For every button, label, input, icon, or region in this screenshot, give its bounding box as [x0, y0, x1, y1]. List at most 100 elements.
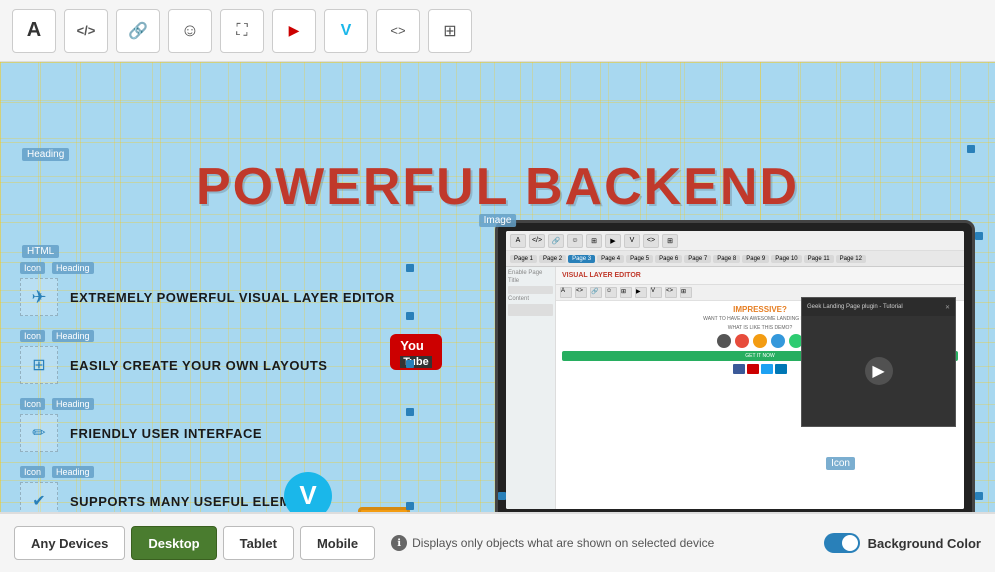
screen-tb-btn-1[interactable]: A — [510, 234, 526, 248]
resize-handle-heading[interactable] — [967, 145, 975, 153]
embed-tool-button[interactable]: <> — [376, 9, 420, 53]
screen-tab-11[interactable]: Page 11 — [804, 255, 834, 263]
screen-tab-12[interactable]: Page 12 — [836, 255, 866, 263]
screen-toolbar: A </> 🔗 ☺ ⊞ ▶ V <> ⊞ — [506, 231, 964, 251]
screen-sub-btn-9[interactable]: ⊞ — [680, 287, 692, 298]
screen-tab-1[interactable]: Page 1 — [510, 255, 537, 263]
screen-sub-btn-4[interactable]: ☺ — [605, 287, 617, 298]
info-text-area: ℹ Displays only objects what are shown o… — [391, 535, 817, 551]
mobile-button[interactable]: Mobile — [300, 526, 375, 560]
screen-tab-6[interactable]: Page 6 — [655, 255, 682, 263]
youtube-tool-button[interactable]: ▶ — [272, 9, 316, 53]
screen-tabs: Page 1 Page 2 Page 3 Page 4 Page 5 Page … — [506, 251, 964, 267]
image-block-label: Image — [479, 214, 517, 227]
canvas-area: Heading POWERFUL BACKEND Image HTML Icon… — [0, 62, 995, 512]
heading-label-3: Heading — [52, 398, 94, 410]
screen-sub-btn-5[interactable]: ⊞ — [620, 287, 632, 298]
info-icon: ℹ — [391, 535, 407, 551]
desktop-button[interactable]: Desktop — [131, 526, 216, 560]
resize-handle-features-5[interactable] — [406, 502, 414, 510]
screen-tab-9[interactable]: Page 9 — [742, 255, 769, 263]
screen-tab-8[interactable]: Page 8 — [713, 255, 740, 263]
screen-tb-btn-6[interactable]: ▶ — [605, 234, 621, 248]
landing-icon-1 — [717, 334, 731, 348]
screen-heading-banner: VISUAL LAYER EDITOR — [556, 267, 964, 285]
feature-icon-1: ✈ — [20, 278, 58, 316]
resize-handle-features-3[interactable] — [406, 360, 414, 368]
linkedin-btn[interactable] — [775, 364, 787, 374]
play-button[interactable]: ▶ — [865, 357, 893, 385]
html-block-label: HTML — [22, 245, 59, 258]
info-message: Displays only objects what are shown on … — [412, 536, 714, 550]
screen-tab-7[interactable]: Page 7 — [684, 255, 711, 263]
screen-sub-btn-7[interactable]: V — [650, 287, 662, 298]
laptop-screen-outer: A </> 🔗 ☺ ⊞ ▶ V <> ⊞ Page 1 Page 2 Page … — [495, 220, 975, 512]
emoji-tool-button[interactable]: ☺ — [168, 9, 212, 53]
feature-item-2: ⊞ EASILY CREATE YOUR OWN LAYOUTS — [20, 346, 400, 384]
screen-tb-btn-2[interactable]: </> — [529, 234, 545, 248]
icon-label-1: Icon — [20, 262, 45, 274]
bottom-bar: Any Devices Desktop Tablet Mobile ℹ Disp… — [0, 512, 995, 572]
screen-tab-3[interactable]: Page 3 — [568, 255, 595, 263]
bg-color-toggle-switch[interactable] — [824, 533, 860, 553]
code-tool-button[interactable]: </> — [64, 9, 108, 53]
screen-tb-btn-8[interactable]: <> — [643, 234, 659, 248]
screen-heading-text: VISUAL LAYER EDITOR — [562, 272, 641, 279]
main-heading: POWERFUL BACKEND — [0, 157, 995, 217]
icon-label-3: Icon — [20, 398, 45, 410]
resize-handle-canvas-mr[interactable] — [975, 232, 983, 240]
link-tool-button[interactable]: 🔗 — [116, 9, 160, 53]
tablet-button[interactable]: Tablet — [223, 526, 294, 560]
widget-tool-button[interactable]: ⊞ — [428, 9, 472, 53]
video-body: ▶ — [802, 316, 955, 426]
video-header: Geek Landing Page plugin - Tutorial ✕ — [802, 298, 955, 316]
bg-color-label: Background Color — [868, 536, 981, 551]
image-tool-button[interactable]: ⛶ — [220, 9, 264, 53]
screen-tb-btn-9[interactable]: ⊞ — [662, 234, 678, 248]
toggle-knob — [842, 535, 858, 551]
landing-icon-2 — [735, 334, 749, 348]
svg-text:V: V — [299, 480, 317, 510]
screen-tb-btn-7[interactable]: V — [624, 234, 640, 248]
youtube-you-text: You — [400, 338, 424, 353]
screen-sub-btn-6[interactable]: ▶ — [635, 287, 647, 298]
screen-sidebar: Enable Page Title Content — [506, 267, 556, 509]
screen-content: Enable Page Title Content VISUAL LAYER E… — [506, 267, 964, 509]
text-tool-button[interactable]: A — [12, 9, 56, 53]
twitter-btn[interactable] — [761, 364, 773, 374]
resize-handle-features-4[interactable] — [406, 408, 414, 416]
main-toolbar: A </> 🔗 ☺ ⛶ ▶ V <> ⊞ — [0, 0, 995, 62]
heading-block-label: Heading — [22, 148, 69, 161]
any-devices-button[interactable]: Any Devices — [14, 526, 125, 560]
feature-icon-3: ✏ — [20, 414, 58, 452]
vimeo-tool-button[interactable]: V — [324, 9, 368, 53]
screen-sub-btn-1[interactable]: A — [560, 287, 572, 298]
facebook-btn[interactable] — [733, 364, 745, 374]
screen-tb-btn-5[interactable]: ⊞ — [586, 234, 602, 248]
icon-label-2: Icon — [20, 330, 45, 342]
youtube-btn[interactable] — [747, 364, 759, 374]
feature-item-4: ✔ SUPPORTS MANY USEFUL ELEMENTS — [20, 482, 400, 512]
video-close[interactable]: ✕ — [945, 304, 950, 311]
screen-tab-2[interactable]: Page 2 — [539, 255, 566, 263]
image-widget-icon — [358, 507, 410, 512]
screen-tb-btn-4[interactable]: ☺ — [567, 234, 583, 248]
vimeo-icon: V — [280, 470, 336, 512]
icon-label-4: Icon — [20, 466, 45, 478]
resize-handle-features-2[interactable] — [406, 312, 414, 320]
screen-tab-10[interactable]: Page 10 — [771, 255, 801, 263]
screen-tab-5[interactable]: Page 5 — [626, 255, 653, 263]
resize-handle-features[interactable] — [406, 264, 414, 272]
screen-tab-4[interactable]: Page 4 — [597, 255, 624, 263]
screen-sub-btn-8[interactable]: <> — [665, 287, 677, 298]
screen-sub-btn-2[interactable]: <> — [575, 287, 587, 298]
screen-sub-btn-3[interactable]: 🔗 — [590, 287, 602, 298]
youtube-icon: You Tube — [390, 334, 450, 384]
resize-handle-canvas-bc[interactable] — [498, 492, 506, 500]
feature-item-3: ✏ FRIENDLY USER INTERFACE — [20, 414, 400, 452]
video-overlay: Geek Landing Page plugin - Tutorial ✕ ▶ — [801, 297, 956, 427]
youtube-tube-text: Tube — [400, 356, 431, 368]
screen-tb-btn-3[interactable]: 🔗 — [548, 234, 564, 248]
landing-icon-4 — [771, 334, 785, 348]
resize-handle-canvas-br[interactable] — [975, 492, 983, 500]
